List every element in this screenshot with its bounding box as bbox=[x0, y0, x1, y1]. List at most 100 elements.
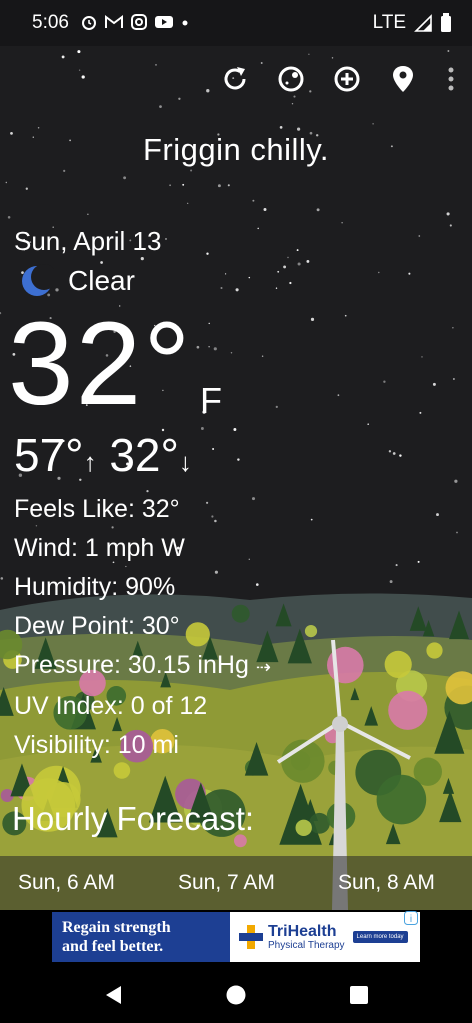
star bbox=[182, 183, 185, 186]
star bbox=[37, 126, 40, 129]
ad-brand: TriHealth bbox=[268, 922, 337, 940]
star bbox=[155, 64, 157, 66]
star bbox=[165, 238, 167, 240]
hour-item[interactable]: Sun, 8 AM bbox=[320, 856, 472, 910]
star bbox=[310, 518, 313, 521]
star bbox=[449, 224, 452, 227]
star bbox=[331, 57, 334, 59]
current-date: Sun, April 13 bbox=[14, 226, 162, 256]
star bbox=[263, 208, 267, 211]
humidity: Humidity: 90% bbox=[14, 573, 176, 601]
star bbox=[291, 103, 294, 105]
star bbox=[206, 89, 210, 93]
tree bbox=[426, 642, 443, 659]
star bbox=[306, 259, 310, 263]
wind: Wind: 1 mph W bbox=[14, 534, 185, 562]
star bbox=[237, 458, 240, 461]
location-pin-icon bbox=[393, 66, 413, 92]
dot-icon bbox=[182, 20, 188, 26]
star bbox=[275, 405, 278, 409]
uv-index: UV Index: 0 of 12 bbox=[14, 692, 208, 720]
refresh-button[interactable] bbox=[218, 62, 252, 96]
star bbox=[252, 199, 255, 202]
home-icon[interactable] bbox=[225, 984, 247, 1006]
star bbox=[337, 394, 340, 397]
ad-banner[interactable]: Regain strength and feel better. TriHeal… bbox=[52, 911, 420, 962]
hour-item[interactable]: Sun, 7 AM bbox=[160, 856, 320, 910]
star bbox=[123, 176, 127, 180]
refresh-icon bbox=[224, 67, 246, 90]
star bbox=[227, 184, 230, 187]
star bbox=[279, 126, 283, 129]
high-temp: 57° bbox=[14, 429, 84, 481]
star bbox=[308, 53, 310, 55]
star bbox=[383, 380, 386, 383]
star bbox=[257, 227, 259, 230]
arrow-up-icon: ↑ bbox=[83, 447, 97, 477]
star bbox=[452, 327, 454, 329]
star bbox=[277, 270, 280, 273]
star bbox=[287, 256, 289, 259]
details-list: Feels Like: 32° Wind: 1 mph W Humidity: … bbox=[14, 490, 271, 765]
star bbox=[261, 355, 264, 358]
star bbox=[456, 531, 458, 534]
ad-brand-area: TriHealth Physical Therapy Learn more to… bbox=[230, 912, 420, 962]
current-temperature: 32° bbox=[8, 298, 193, 430]
star bbox=[63, 169, 66, 172]
hourly-forecast-title: Hourly Forecast: bbox=[12, 800, 255, 837]
star bbox=[77, 50, 81, 54]
star bbox=[169, 184, 171, 187]
headline: Friggin chilly. bbox=[142, 132, 330, 167]
add-location-button[interactable] bbox=[330, 62, 364, 96]
star bbox=[452, 378, 455, 380]
star bbox=[389, 580, 393, 584]
star bbox=[432, 382, 436, 386]
tree bbox=[304, 625, 318, 638]
status-bar: 5:06 LTE bbox=[0, 0, 472, 46]
hour-item[interactable]: Sun, 6 AM bbox=[0, 856, 160, 910]
star bbox=[297, 127, 301, 131]
star bbox=[217, 184, 221, 188]
star bbox=[344, 314, 347, 317]
star bbox=[213, 347, 217, 351]
star bbox=[0, 577, 4, 580]
star bbox=[454, 479, 458, 483]
star bbox=[87, 213, 89, 215]
star bbox=[190, 169, 193, 172]
star bbox=[297, 262, 301, 266]
star bbox=[399, 454, 402, 457]
back-icon[interactable] bbox=[103, 984, 125, 1006]
star bbox=[248, 276, 251, 279]
star bbox=[78, 69, 81, 71]
location-button[interactable] bbox=[386, 62, 420, 96]
star bbox=[206, 252, 209, 255]
ad-headline-line2: and feel better. bbox=[62, 938, 164, 955]
star bbox=[419, 411, 422, 414]
ad-headline: Regain strength and feel better. bbox=[52, 912, 230, 962]
star bbox=[200, 427, 204, 430]
ad-headline-line1: Regain strength bbox=[62, 919, 171, 936]
star bbox=[418, 235, 421, 237]
signal-icon bbox=[414, 14, 432, 32]
pressure-trend-icon: ⇢ bbox=[255, 657, 271, 677]
star bbox=[159, 105, 162, 108]
add-location-icon bbox=[334, 66, 360, 92]
star bbox=[310, 317, 315, 321]
more-icon bbox=[448, 67, 454, 91]
recents-icon[interactable] bbox=[348, 984, 370, 1006]
star bbox=[212, 448, 215, 450]
ad-cta-button[interactable]: Learn more today bbox=[352, 931, 408, 943]
battery-icon bbox=[441, 13, 451, 32]
star bbox=[367, 423, 370, 426]
star bbox=[81, 75, 85, 79]
hourly-forecast-strip[interactable]: Sun, 6 AM Sun, 7 AM Sun, 8 AM Su bbox=[0, 856, 472, 910]
tree bbox=[295, 819, 312, 836]
ad-info-icon[interactable]: i bbox=[404, 911, 418, 925]
star bbox=[421, 356, 423, 358]
theme-button[interactable] bbox=[274, 62, 308, 96]
star bbox=[208, 322, 210, 325]
status-time: 5:06 bbox=[32, 12, 69, 33]
more-options-button[interactable] bbox=[442, 62, 460, 96]
star bbox=[283, 265, 287, 269]
star bbox=[208, 346, 210, 348]
